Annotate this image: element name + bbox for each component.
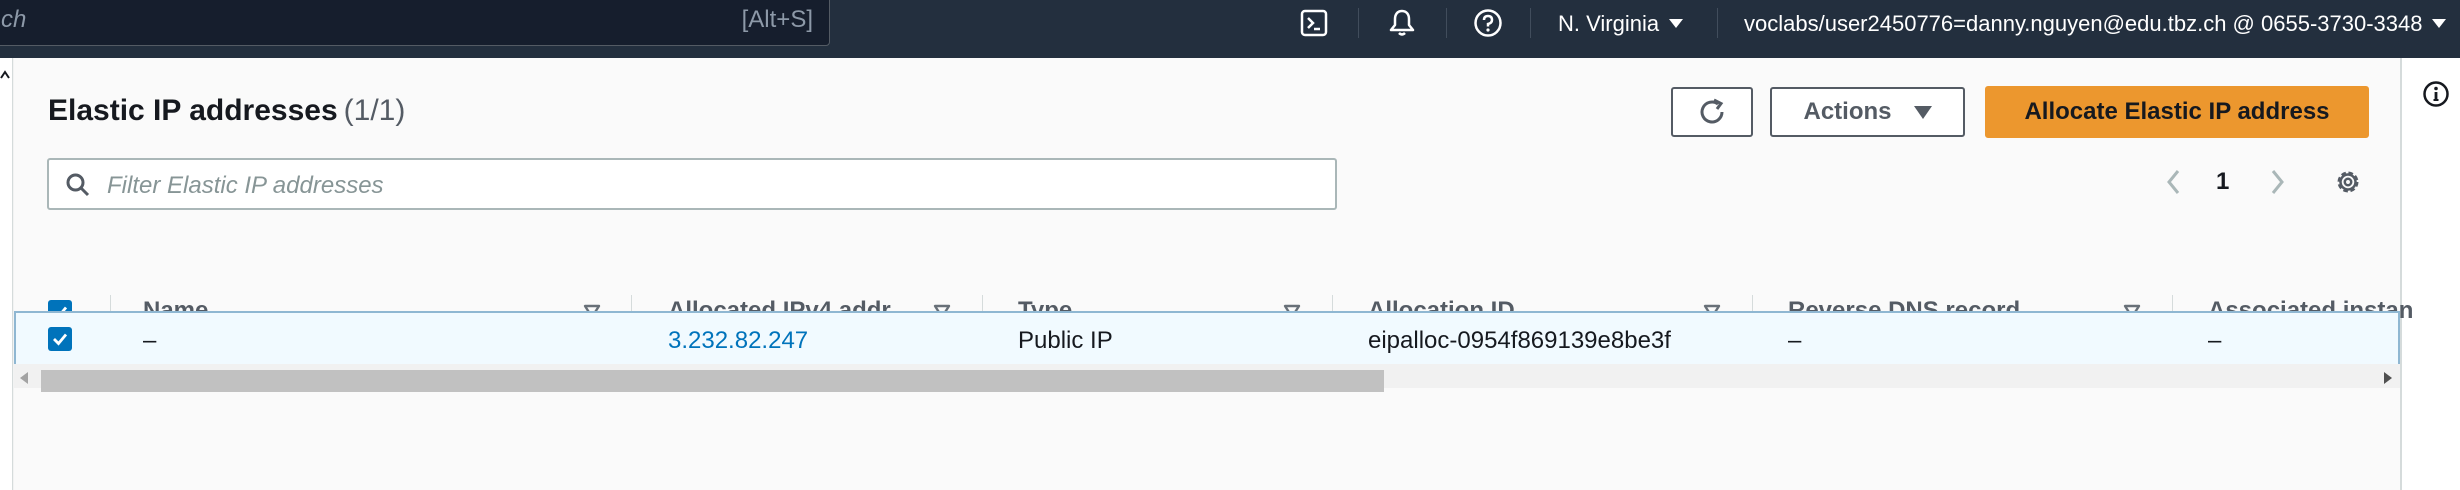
- checkmark-icon: [53, 333, 68, 346]
- cell-reverse-dns: –: [1788, 327, 1802, 354]
- refresh-icon: [1700, 98, 1724, 124]
- account-menu[interactable]: voclabs/user2450776=danny.nguyen@edu.tbz…: [1744, 11, 2447, 37]
- horizontal-scrollbar[interactable]: [14, 364, 2400, 392]
- elastic-ip-table-container: Elastic IP addresses (1/1) Actions Alloca…: [14, 58, 2413, 490]
- help-icon[interactable]: [1470, 0, 1506, 46]
- caret-down-icon: [1913, 105, 1932, 119]
- info-icon[interactable]: [2422, 80, 2450, 108]
- left-navigation-rail: [0, 58, 13, 490]
- cloudshell-icon[interactable]: [1296, 0, 1332, 46]
- filter-input[interactable]: Filter Elastic IP addresses: [47, 158, 1337, 210]
- caret-down-icon: [2432, 19, 2447, 28]
- page-title: Elastic IP addresses (1/1): [48, 94, 405, 128]
- scrollbar-thumb[interactable]: [41, 370, 1384, 392]
- top-navigation: ch [Alt+S] N. Virginia voclabs/user24507…: [0, 0, 2460, 58]
- cell-type: Public IP: [1018, 327, 1113, 354]
- actions-label: Actions: [1803, 98, 1892, 125]
- refresh-button[interactable]: [1671, 87, 1753, 137]
- account-label: voclabs/user2450776=danny.nguyen@edu.tbz…: [1744, 11, 2423, 36]
- allocate-label: Allocate Elastic IP address: [2024, 98, 2330, 125]
- expand-arrow-icon[interactable]: [0, 70, 10, 80]
- right-tools-rail: [2400, 58, 2460, 490]
- scroll-left-arrow-icon[interactable]: [20, 372, 28, 384]
- cell-associated-instance: –: [2208, 327, 2222, 354]
- filter-placeholder: Filter Elastic IP addresses: [107, 172, 384, 199]
- title-text: Elastic IP addresses: [48, 94, 338, 127]
- search-shortcut-hint: [Alt+S]: [741, 6, 813, 33]
- allocate-elastic-ip-button[interactable]: Allocate Elastic IP address: [1985, 86, 2369, 138]
- row-checkbox[interactable]: [48, 327, 72, 351]
- actions-dropdown-button[interactable]: Actions: [1770, 87, 1965, 137]
- cell-allocation-id: eipalloc-0954f869139e8be3f: [1368, 327, 1671, 354]
- search-icon: [66, 173, 90, 197]
- table-row[interactable]: – 3.232.82.247 Public IP eipalloc-0954f8…: [14, 311, 2400, 369]
- cell-ipv4-link[interactable]: 3.232.82.247: [668, 327, 808, 355]
- region-selector[interactable]: N. Virginia: [1558, 11, 1684, 37]
- preferences-gear-icon[interactable]: [2332, 166, 2364, 198]
- current-page-number[interactable]: 1: [2216, 168, 2229, 196]
- next-page-icon[interactable]: [2267, 168, 2287, 196]
- global-search-input[interactable]: ch [Alt+S]: [0, 0, 830, 46]
- previous-page-icon[interactable]: [2164, 168, 2184, 196]
- search-placeholder: ch: [1, 6, 27, 33]
- selection-count: (1/1): [343, 94, 406, 127]
- nav-divider: [1530, 8, 1531, 38]
- cell-name: –: [143, 327, 157, 354]
- caret-down-icon: [1669, 19, 1684, 28]
- scroll-right-arrow-icon[interactable]: [2384, 372, 2392, 384]
- bell-icon[interactable]: [1384, 0, 1420, 46]
- nav-divider: [1358, 8, 1359, 38]
- nav-divider: [1717, 8, 1718, 38]
- nav-divider: [1446, 8, 1447, 38]
- region-label: N. Virginia: [1558, 11, 1660, 36]
